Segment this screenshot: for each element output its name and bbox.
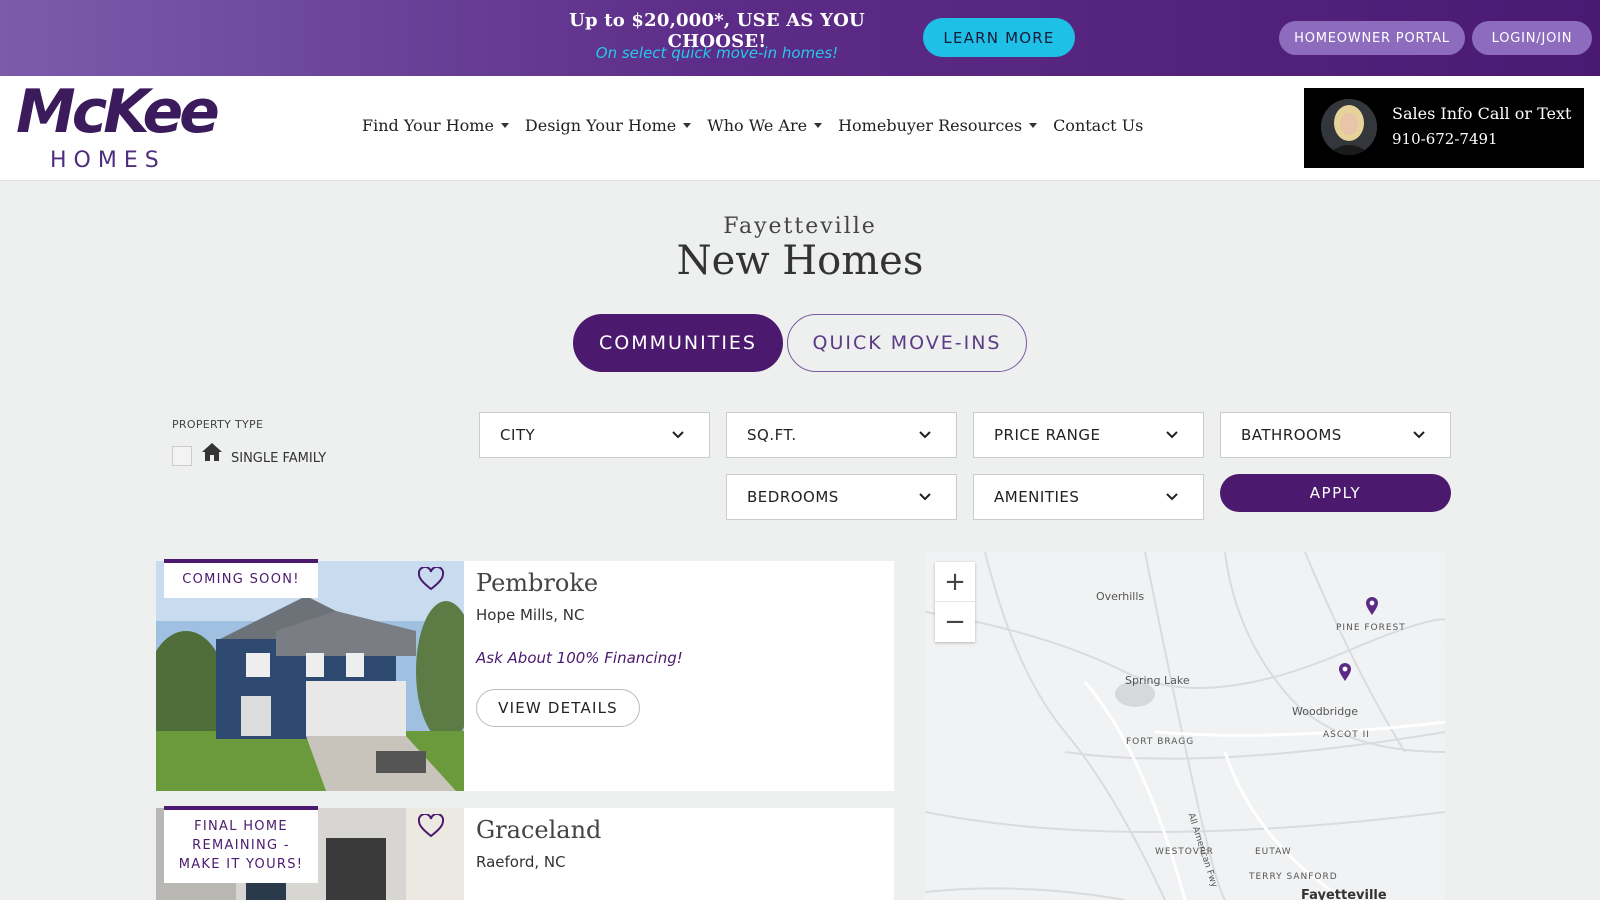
map-pin-icon[interactable] bbox=[1338, 662, 1352, 686]
bathrooms-select[interactable]: BATHROOMS bbox=[1220, 412, 1451, 458]
page-title: New Homes bbox=[676, 238, 924, 284]
nav-item-label: Find Your Home bbox=[362, 116, 494, 135]
avatar bbox=[1321, 99, 1377, 155]
community-card: COMING SOON! Pembroke Hope Mills, NC Ask… bbox=[156, 559, 894, 791]
sales-info-title: Sales Info Call or Text bbox=[1392, 104, 1572, 123]
chevron-down-icon bbox=[919, 431, 931, 439]
caret-down-icon bbox=[683, 123, 692, 128]
map-label-terry-sanford: TERRY SANFORD bbox=[1249, 872, 1338, 882]
community-promo: Ask About 100% Financing! bbox=[476, 649, 683, 667]
city-select[interactable]: CITY bbox=[479, 412, 710, 458]
community-name[interactable]: Graceland bbox=[476, 816, 601, 844]
nav-item-contact-us[interactable]: Contact Us bbox=[1053, 116, 1143, 135]
community-status-badge: FINAL HOME REMAINING - MAKE IT YOURS! bbox=[164, 806, 318, 883]
login-join-button[interactable]: LOGIN/JOIN bbox=[1472, 21, 1592, 55]
community-card: FINAL HOME REMAINING - MAKE IT YOURS! Gr… bbox=[156, 806, 894, 900]
nav-item-find-your-home[interactable]: Find Your Home bbox=[362, 116, 509, 135]
promo-subtitle: On select quick move-in homes! bbox=[595, 44, 839, 62]
map-label-woodbridge: Woodbridge bbox=[1292, 705, 1358, 718]
map-label-fayetteville: Fayetteville bbox=[1301, 888, 1387, 900]
house-icon bbox=[201, 442, 223, 466]
price-range-select-value: PRICE RANGE bbox=[994, 426, 1101, 444]
map-label-eutaw: EUTAW bbox=[1255, 847, 1292, 857]
apply-button[interactable]: APPLY bbox=[1220, 474, 1451, 512]
caret-down-icon bbox=[814, 123, 823, 128]
city-heading: Fayetteville bbox=[723, 214, 877, 239]
chevron-down-icon bbox=[919, 493, 931, 501]
map-label-fort-bragg: FORT BRAGG bbox=[1126, 737, 1195, 747]
bathrooms-select-value: BATHROOMS bbox=[1241, 426, 1342, 444]
chevron-down-icon bbox=[1413, 431, 1425, 439]
community-status-badge: COMING SOON! bbox=[164, 559, 318, 598]
nav-item-label: Who We Are bbox=[707, 116, 808, 135]
map-pin-icon[interactable] bbox=[1365, 596, 1379, 620]
sqft-select-value: SQ.FT. bbox=[747, 426, 797, 444]
caret-down-icon bbox=[500, 123, 509, 128]
promo-bar: Up to $20,000*, USE AS YOU CHOOSE! On se… bbox=[0, 0, 1600, 76]
map-label-ascot: ASCOT II bbox=[1323, 730, 1370, 740]
property-type-label: PROPERTY TYPE bbox=[172, 418, 264, 431]
sales-phone-number[interactable]: 910-672-7491 bbox=[1392, 130, 1498, 148]
amenities-select-value: AMENITIES bbox=[994, 488, 1080, 506]
communities-map[interactable]: + − Overhills PINE FOREST Spring Lake Wo… bbox=[925, 552, 1445, 900]
bedrooms-select[interactable]: BEDROOMS bbox=[726, 474, 957, 520]
amenities-select[interactable]: AMENITIES bbox=[973, 474, 1204, 520]
map-label-overhills: Overhills bbox=[1096, 590, 1145, 603]
map-label-westover: WESTOVER bbox=[1155, 847, 1214, 857]
nav-item-label: Contact Us bbox=[1053, 116, 1144, 135]
brand-logo-subtitle[interactable]: HOMES bbox=[50, 148, 166, 173]
tab-communities[interactable]: COMMUNITIES bbox=[573, 314, 783, 372]
chevron-down-icon bbox=[672, 431, 684, 439]
brand-logo[interactable]: McKee bbox=[16, 82, 220, 142]
view-details-button[interactable]: VIEW DETAILS bbox=[476, 689, 640, 727]
zoom-in-button[interactable]: + bbox=[935, 562, 975, 602]
homeowner-portal-button[interactable]: HOMEOWNER PORTAL bbox=[1279, 21, 1465, 55]
map-label-pine-forest: PINE FOREST bbox=[1336, 623, 1406, 633]
caret-down-icon bbox=[1029, 123, 1038, 128]
nav-item-homebuyer-resources[interactable]: Homebuyer Resources bbox=[838, 116, 1038, 135]
map-zoom-control: + − bbox=[935, 562, 975, 642]
main-nav: Find Your Home Design Your Home Who We A… bbox=[362, 116, 1159, 135]
sales-info-box[interactable]: Sales Info Call or Text 910-672-7491 bbox=[1304, 88, 1584, 168]
heart-icon[interactable] bbox=[417, 565, 445, 595]
nav-item-who-we-are[interactable]: Who We Are bbox=[707, 116, 823, 135]
single-family-checkbox[interactable] bbox=[172, 446, 192, 466]
chevron-down-icon bbox=[1166, 493, 1178, 501]
price-range-select[interactable]: PRICE RANGE bbox=[973, 412, 1204, 458]
community-location: Hope Mills, NC bbox=[476, 606, 585, 624]
tab-quick-move-ins[interactable]: QUICK MOVE-INS bbox=[787, 314, 1027, 372]
bedrooms-select-value: BEDROOMS bbox=[747, 488, 839, 506]
sqft-select[interactable]: SQ.FT. bbox=[726, 412, 957, 458]
map-label-spring-lake: Spring Lake bbox=[1125, 674, 1190, 687]
nav-item-label: Homebuyer Resources bbox=[838, 116, 1023, 135]
community-name[interactable]: Pembroke bbox=[476, 569, 598, 597]
learn-more-button[interactable]: LEARN MORE bbox=[923, 18, 1075, 57]
city-select-value: CITY bbox=[500, 426, 536, 444]
heart-icon[interactable] bbox=[417, 812, 445, 842]
community-location: Raeford, NC bbox=[476, 853, 566, 871]
nav-item-design-your-home[interactable]: Design Your Home bbox=[524, 116, 692, 135]
zoom-out-button[interactable]: − bbox=[935, 602, 975, 642]
nav-item-label: Design Your Home bbox=[524, 116, 677, 135]
chevron-down-icon bbox=[1166, 431, 1178, 439]
single-family-label: SINGLE FAMILY bbox=[231, 451, 327, 466]
